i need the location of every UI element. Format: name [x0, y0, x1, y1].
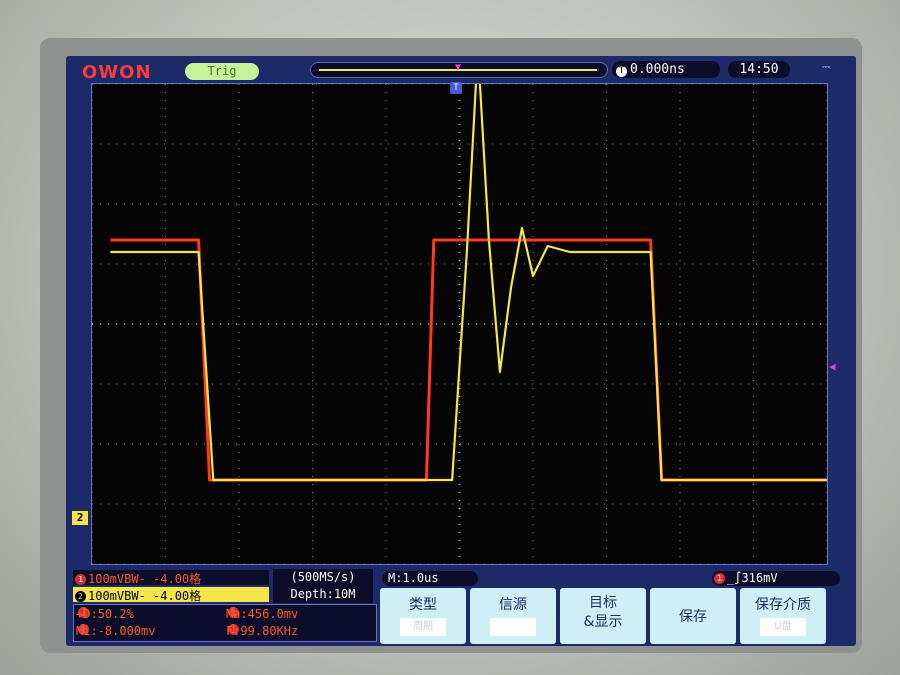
usb-icon: ⎓	[822, 62, 830, 73]
memory-depth: Depth:10M	[290, 587, 356, 601]
menu-save-media-label: 保存介质	[755, 597, 811, 613]
ch2-trace	[110, 84, 827, 482]
ch1-badge: 1	[75, 574, 86, 585]
acquisition-info: (500MS/s) Depth:10M	[273, 569, 373, 603]
menu-save-media-value: U盘	[760, 618, 806, 636]
menu-target-display[interactable]: 目标 &显示	[560, 588, 646, 644]
timebase-readout: M:1.0us	[382, 571, 478, 586]
trigger-source-badge: 1	[714, 573, 725, 584]
trigger-delay-value: 0.000ns	[630, 62, 685, 77]
ch2-badge: 2	[75, 591, 86, 602]
menu-type-label: 类型	[409, 597, 437, 613]
sample-rate: (500MS/s)	[290, 570, 356, 584]
menu-save-label: 保存	[679, 609, 707, 625]
trigger-level-readout: 1 _∫316mV	[712, 571, 840, 586]
menu-target-label: 目标 &显示	[583, 595, 623, 630]
trigger-level-value: 316mV	[741, 571, 778, 585]
menu-source-value	[490, 618, 536, 636]
rising-edge-icon: _∫	[727, 571, 742, 585]
menu-save[interactable]: 保存	[650, 588, 736, 644]
menu-type-value: 周期	[400, 618, 446, 636]
min-value: Mi:-8.000mv	[76, 624, 156, 638]
ch2-settings: 100mVBW- -4.00格	[88, 589, 202, 603]
brand-logo: OWON	[82, 62, 152, 83]
trigger-position-arrow-icon: ▼	[455, 62, 462, 73]
frequency-value: F:99.80KHz	[226, 624, 299, 638]
waveform-grid[interactable]	[91, 83, 828, 565]
menu-type[interactable]: 类型 周期	[380, 588, 466, 644]
trigger-status-badge: Trig	[185, 63, 259, 80]
ch1-info[interactable]: 1 100mVBW- -4.00格	[73, 570, 269, 586]
measurement-panel: 1 +D:50.2% 1 Ma:456.0mv 1 Mi:-8.000mv 1 F:99…	[73, 604, 377, 642]
trigger-position-marker: T	[450, 82, 462, 94]
duty-cycle: +D:50.2%	[76, 607, 134, 621]
trigger-level-arrow-icon: ◀	[829, 360, 836, 373]
ch2-ground-marker: 2	[72, 511, 88, 525]
menu-source-label: 信源	[499, 597, 527, 613]
menu-source[interactable]: 信源	[470, 588, 556, 644]
max-value: Ma:456.0mv	[226, 607, 299, 621]
trigger-delay-readout: T 0.000ns	[612, 61, 720, 78]
ch1-settings: 100mVBW- -4.00格	[88, 572, 202, 586]
menu-save-media[interactable]: 保存介质 U盘	[740, 588, 826, 644]
clock: 14:50	[728, 61, 790, 78]
trigger-icon: T	[616, 66, 627, 77]
waveform-plot	[92, 84, 827, 564]
ch2-info[interactable]: 2 100mVBW- -4.00格	[73, 587, 269, 603]
